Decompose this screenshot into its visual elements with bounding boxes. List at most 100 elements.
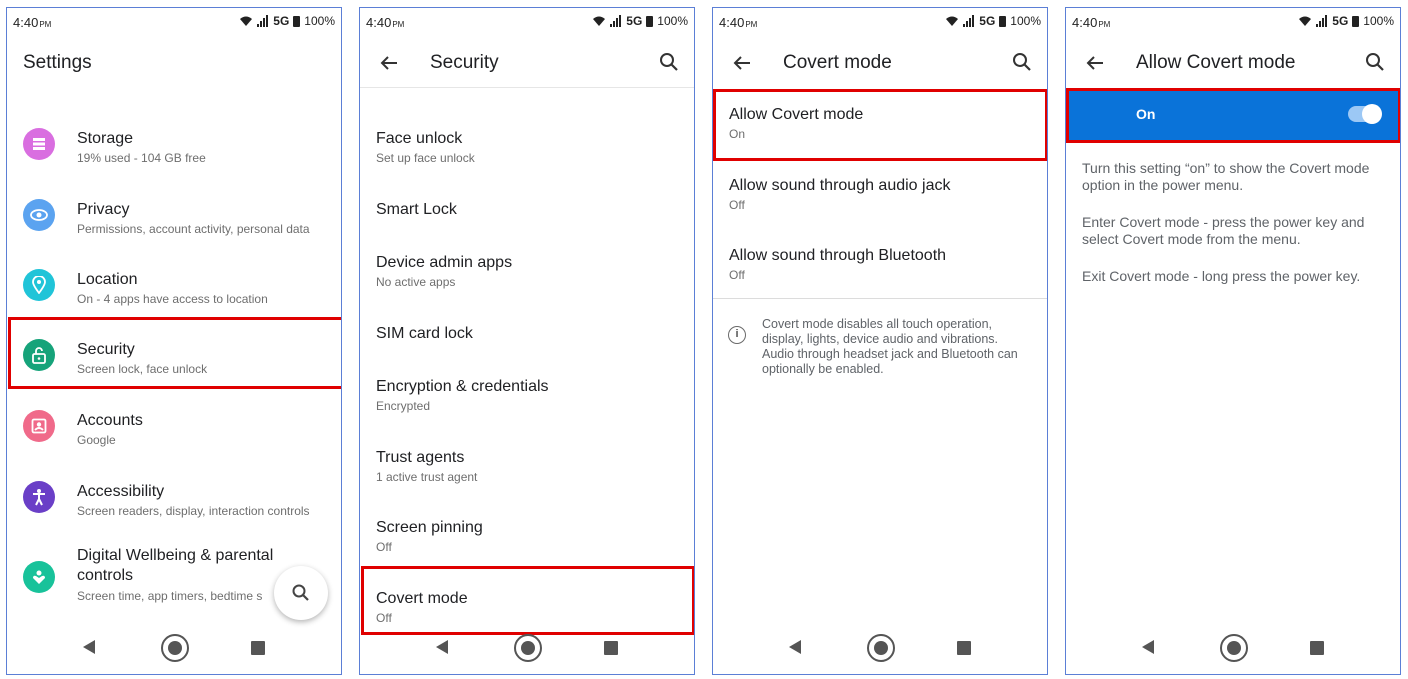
item-title: Encryption & credentials <box>376 378 549 395</box>
security-item-face-unlock[interactable]: Face unlock Set up face unlock <box>360 120 694 180</box>
signal-icon <box>963 15 975 27</box>
wifi-icon <box>1299 16 1312 26</box>
battery-level: 100% <box>304 14 335 28</box>
nav-back-icon[interactable] <box>83 640 95 654</box>
wifi-icon <box>946 16 959 26</box>
covert-item-bluetooth[interactable]: Allow sound through Bluetooth Off <box>713 243 1047 303</box>
allow-covert-mode-screen: 4:40PM 5G 100% Allow Covert mode On Turn… <box>1065 7 1401 675</box>
search-icon[interactable] <box>1011 51 1033 73</box>
back-arrow-icon[interactable] <box>731 52 753 74</box>
accounts-icon <box>23 410 55 442</box>
privacy-icon <box>23 199 55 231</box>
storage-icon <box>23 128 55 160</box>
app-bar: Security <box>360 38 694 88</box>
settings-item-subtitle: Screen time, app timers, bedtime s <box>77 589 263 603</box>
nav-back-icon[interactable] <box>789 640 801 654</box>
settings-item-title: Accessibility <box>77 483 165 500</box>
battery-icon <box>999 15 1007 27</box>
covert-mode-screen: 4:40PM 5G 100% Covert mode Allow Covert … <box>712 7 1048 675</box>
item-subtitle: 1 active trust agent <box>376 470 478 484</box>
settings-item-title: Privacy <box>77 201 130 218</box>
covert-item-audio-jack[interactable]: Allow sound through audio jack Off <box>713 173 1047 233</box>
status-time: 4:40PM <box>13 15 52 30</box>
security-item-smart-lock[interactable]: Smart Lock <box>360 191 694 241</box>
item-title: Allow sound through audio jack <box>729 177 951 194</box>
nav-bar <box>7 624 341 674</box>
back-arrow-icon[interactable] <box>378 52 400 74</box>
status-bar: 4:40PM 5G 100% <box>713 8 1047 36</box>
search-icon <box>292 584 309 601</box>
nav-recents-icon[interactable] <box>251 641 265 655</box>
settings-item-location[interactable]: Location On - 4 apps have access to loca… <box>7 261 341 321</box>
nav-bar <box>360 624 694 674</box>
settings-item-title-line2: controls <box>77 567 134 584</box>
app-bar: Settings <box>7 38 341 88</box>
item-title: Trust agents <box>376 449 465 466</box>
nav-back-icon[interactable] <box>436 640 448 654</box>
search-icon[interactable] <box>1364 51 1386 73</box>
page-title: Settings <box>23 52 92 73</box>
description-paragraph: Exit Covert mode - long press the power … <box>1082 268 1361 284</box>
nav-home-icon[interactable] <box>514 634 542 662</box>
network-type: 5G <box>979 14 996 28</box>
nav-recents-icon[interactable] <box>604 641 618 655</box>
wifi-icon <box>240 16 253 26</box>
nav-bar <box>1066 624 1400 674</box>
item-subtitle: No active apps <box>376 275 456 289</box>
nav-home-icon[interactable] <box>867 634 895 662</box>
battery-level: 100% <box>1010 14 1041 28</box>
network-type: 5G <box>1332 14 1349 28</box>
wellbeing-icon <box>23 561 55 593</box>
item-title: Allow sound through Bluetooth <box>729 247 947 264</box>
divider <box>713 298 1047 299</box>
settings-item-subtitle: Screen readers, display, interaction con… <box>77 504 310 518</box>
status-icons: 5G 100% <box>592 14 688 28</box>
security-item-device-admin-apps[interactable]: Device admin apps No active apps <box>360 244 694 304</box>
search-fab[interactable] <box>274 566 328 620</box>
status-icons: 5G 100% <box>945 14 1041 28</box>
status-bar: 4:40PM 5G 100% <box>360 8 694 36</box>
security-item-trust-agents[interactable]: Trust agents 1 active trust agent <box>360 439 694 499</box>
search-icon[interactable] <box>658 51 680 73</box>
settings-item-subtitle: 19% used - 104 GB free <box>77 151 206 165</box>
app-bar: Allow Covert mode <box>1066 38 1400 88</box>
battery-icon <box>293 15 301 27</box>
security-item-sim-card-lock[interactable]: SIM card lock <box>360 315 694 365</box>
item-subtitle: Set up face unlock <box>376 151 475 165</box>
description-paragraph: Enter Covert mode - press the power key … <box>1082 214 1365 247</box>
item-title: SIM card lock <box>376 325 473 342</box>
security-screen: 4:40PM 5G 100% Security Face unlock Set … <box>359 7 695 675</box>
nav-recents-icon[interactable] <box>1310 641 1324 655</box>
signal-icon <box>1316 15 1328 27</box>
settings-item-accounts[interactable]: Accounts Google <box>7 402 341 462</box>
nav-bar <box>713 624 1047 674</box>
location-icon <box>23 269 55 301</box>
security-item-encryption[interactable]: Encryption & credentials Encrypted <box>360 368 694 428</box>
nav-home-icon[interactable] <box>1220 634 1248 662</box>
nav-home-icon[interactable] <box>161 634 189 662</box>
nav-back-icon[interactable] <box>1142 640 1154 654</box>
status-time: 4:40PM <box>1072 15 1111 30</box>
battery-level: 100% <box>657 14 688 28</box>
battery-icon <box>1352 15 1360 27</box>
info-icon: i <box>728 326 746 344</box>
page-title: Allow Covert mode <box>1136 52 1296 73</box>
security-item-screen-pinning[interactable]: Screen pinning Off <box>360 509 694 569</box>
status-bar: 4:40PM 5G 100% <box>1066 8 1400 36</box>
app-bar: Covert mode <box>713 38 1047 88</box>
accessibility-icon <box>23 481 55 513</box>
settings-item-storage[interactable]: Storage 19% used - 104 GB free <box>7 120 341 180</box>
wifi-icon <box>593 16 606 26</box>
status-time: 4:40PM <box>366 15 405 30</box>
network-type: 5G <box>273 14 290 28</box>
settings-item-privacy[interactable]: Privacy Permissions, account activity, p… <box>7 191 341 251</box>
signal-icon <box>610 15 622 27</box>
page-title: Security <box>430 52 499 73</box>
signal-icon <box>257 15 269 27</box>
nav-recents-icon[interactable] <box>957 641 971 655</box>
settings-item-accessibility[interactable]: Accessibility Screen readers, display, i… <box>7 473 341 533</box>
item-title: Smart Lock <box>376 201 457 218</box>
back-arrow-icon[interactable] <box>1084 52 1106 74</box>
battery-icon <box>646 15 654 27</box>
item-title: Face unlock <box>376 130 463 147</box>
